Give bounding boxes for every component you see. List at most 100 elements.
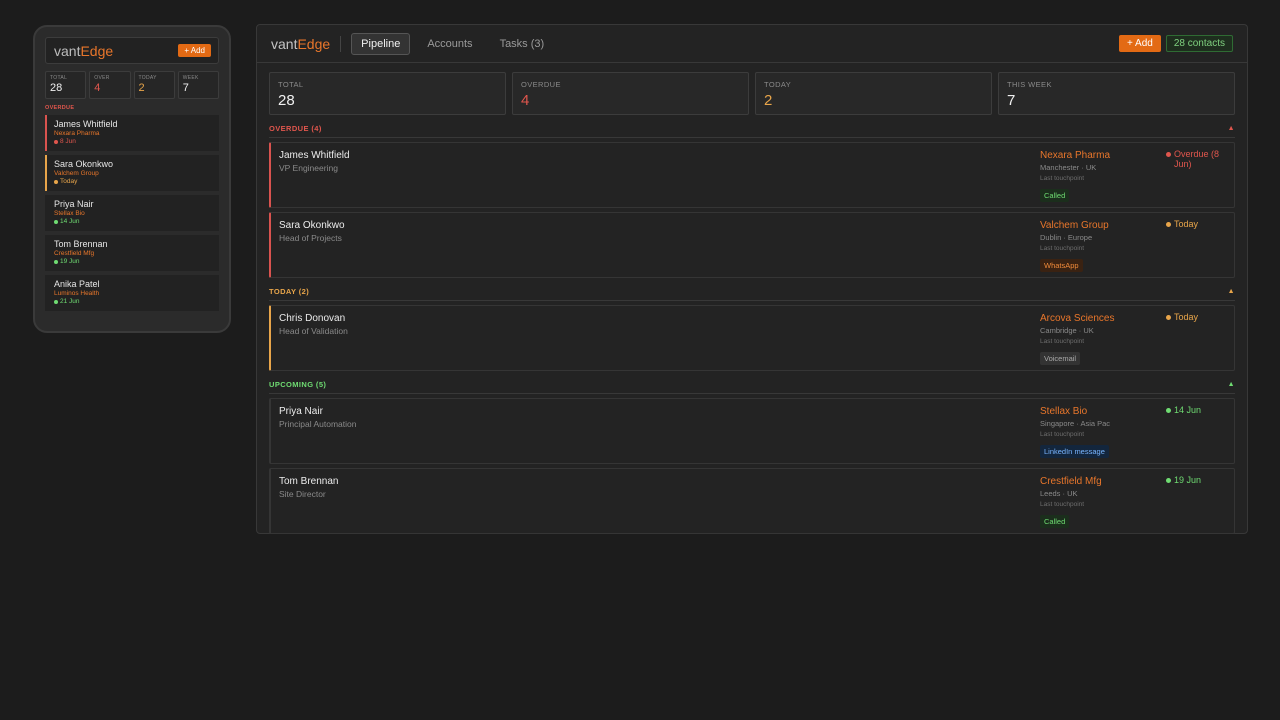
company-name[interactable]: Crestfield Mfg bbox=[1040, 476, 1160, 487]
touchpoint-label: Last touchpoint bbox=[1040, 245, 1085, 252]
mobile-stat-week: WEEK 7 bbox=[177, 71, 219, 99]
touchpoint-tag: LinkedIn message bbox=[1040, 445, 1109, 458]
section-header-today[interactable]: TODAY (2) ▲ bbox=[269, 278, 1235, 301]
follow-up-status: 19 Jun bbox=[1166, 475, 1236, 486]
contact-name: James Whitfield bbox=[279, 150, 350, 161]
section-title: UPCOMING (5) bbox=[269, 380, 327, 389]
touchpoint-tag: Voicemail bbox=[1040, 352, 1081, 365]
contact-role: Head of Projects bbox=[279, 233, 342, 243]
contact-name: Sara Okonkwo bbox=[54, 159, 114, 169]
status-dot-icon bbox=[54, 179, 58, 184]
status-dot-icon bbox=[54, 139, 58, 144]
contact-name: Tom Brennan bbox=[54, 239, 108, 249]
add-contact-button[interactable]: + Add bbox=[1118, 35, 1161, 52]
top-actions: + Add 28 contacts bbox=[1118, 35, 1233, 52]
company-name[interactable]: Stellax Bio bbox=[1040, 406, 1160, 417]
tab-pipeline[interactable]: Pipeline bbox=[351, 32, 411, 55]
contact-company: Luminos Health bbox=[54, 290, 100, 297]
stat-label: TOTAL bbox=[50, 75, 68, 81]
company-location: Dublin · Europe bbox=[1040, 233, 1093, 242]
touchpoint-label: Last touchpoint bbox=[1040, 175, 1085, 182]
stat-value: 4 bbox=[521, 92, 530, 109]
touchpoint-label: Last touchpoint bbox=[1040, 501, 1085, 508]
status-text: Today bbox=[1174, 312, 1199, 322]
mobile-add-button[interactable]: + Add bbox=[178, 44, 211, 57]
contact-role: VP Engineering bbox=[279, 163, 338, 173]
contact-row[interactable]: James Whitfield VP Engineering Nexara Ph… bbox=[269, 142, 1235, 208]
section-header-upcoming[interactable]: UPCOMING (5) ▲ bbox=[269, 371, 1235, 394]
stats-row: TOTAL 28 OVERDUE 4 TODAY 2 THIS WEEK 7 bbox=[257, 63, 1247, 115]
date-text: Today bbox=[60, 178, 78, 185]
contact-name: Priya Nair bbox=[279, 406, 323, 417]
touchpoint-label: Last touchpoint bbox=[1040, 338, 1085, 345]
contact-date: 14 Jun bbox=[54, 218, 212, 225]
mobile-contact-card[interactable]: James Whitfield Nexara Pharma 8 Jun bbox=[45, 115, 219, 151]
collapse-arrow-icon[interactable]: ▲ bbox=[1228, 381, 1235, 388]
follow-up-status: 14 Jun bbox=[1166, 405, 1236, 416]
contact-person: Priya Nair Principal Automation bbox=[279, 406, 357, 429]
date-text: 21 Jun bbox=[60, 298, 80, 305]
contact-company: Crestfield Mfg bbox=[54, 250, 95, 257]
status-text: 19 Jun bbox=[1174, 475, 1202, 485]
date-text: 19 Jun bbox=[60, 258, 80, 265]
section-title: TODAY (2) bbox=[269, 287, 310, 296]
status-dot-icon bbox=[54, 259, 58, 264]
contact-row[interactable]: Priya Nair Principal Automation Stellax … bbox=[269, 398, 1235, 464]
mobile-stat-today: TODAY 2 bbox=[133, 71, 175, 99]
contact-row[interactable]: Sara Okonkwo Head of Projects Valchem Gr… bbox=[269, 212, 1235, 278]
status-text: 14 Jun bbox=[1174, 405, 1202, 415]
stat-card-total: TOTAL 28 bbox=[269, 72, 506, 115]
mobile-logo: vantEdge bbox=[54, 43, 113, 59]
contact-name: Tom Brennan bbox=[279, 476, 339, 487]
mobile-contact-card[interactable]: Tom Brennan Crestfield Mfg 19 Jun bbox=[45, 235, 219, 271]
stat-card-today: TODAY 2 bbox=[755, 72, 992, 115]
mobile-contact-card[interactable]: Priya Nair Stellax Bio 14 Jun bbox=[45, 195, 219, 231]
touchpoint-tag: Called bbox=[1040, 189, 1070, 202]
stat-value: 4 bbox=[94, 82, 101, 94]
stat-value: 2 bbox=[138, 82, 145, 94]
contact-company: Valchem Group bbox=[54, 170, 99, 177]
tab-accounts[interactable]: Accounts bbox=[417, 33, 482, 55]
contact-role: Head of Validation bbox=[279, 326, 348, 336]
contact-person: Tom Brennan Site Director bbox=[279, 476, 338, 499]
contact-company-block: Stellax Bio Singapore · Asia Pac Last to… bbox=[1040, 406, 1160, 459]
collapse-arrow-icon[interactable]: ▲ bbox=[1228, 288, 1235, 295]
company-name[interactable]: Nexara Pharma bbox=[1040, 150, 1160, 161]
status-dot-icon bbox=[1166, 222, 1171, 227]
company-name[interactable]: Arcova Sciences bbox=[1040, 313, 1160, 324]
contact-date: 19 Jun bbox=[54, 258, 212, 265]
company-name[interactable]: Valchem Group bbox=[1040, 220, 1160, 231]
contact-company-block: Nexara Pharma Manchester · UK Last touch… bbox=[1040, 150, 1160, 203]
stat-label: OVER bbox=[94, 75, 110, 81]
status-dot-icon bbox=[1166, 315, 1171, 320]
contact-role: Site Director bbox=[279, 489, 326, 499]
contact-name: Priya Nair bbox=[54, 199, 94, 209]
touchpoint-tag: Called bbox=[1040, 515, 1070, 528]
logo-part-1: vant bbox=[54, 42, 81, 59]
logo-part-2: Edge bbox=[80, 42, 114, 59]
contact-person: Sara Okonkwo Head of Projects bbox=[279, 220, 345, 243]
tab-tasks[interactable]: Tasks (3) bbox=[490, 33, 555, 55]
contact-date: 8 Jun bbox=[54, 138, 212, 145]
contact-name: Anika Patel bbox=[54, 279, 100, 289]
contacts-count-badge: 28 contacts bbox=[1165, 35, 1233, 52]
section-header-overdue[interactable]: OVERDUE (4) ▲ bbox=[269, 115, 1235, 138]
stat-value: 7 bbox=[182, 82, 189, 94]
stat-label: TODAY bbox=[138, 75, 157, 81]
contact-row[interactable]: Tom Brennan Site Director Crestfield Mfg… bbox=[269, 468, 1235, 534]
stat-label: THIS WEEK bbox=[1007, 80, 1052, 89]
stat-value: 28 bbox=[278, 92, 295, 109]
mobile-section-overdue: OVERDUE bbox=[45, 105, 75, 111]
contact-role: Principal Automation bbox=[279, 419, 357, 429]
collapse-arrow-icon[interactable]: ▲ bbox=[1228, 125, 1235, 132]
contact-company-block: Arcova Sciences Cambridge · UK Last touc… bbox=[1040, 313, 1160, 366]
mobile-contact-card[interactable]: Sara Okonkwo Valchem Group Today bbox=[45, 155, 219, 191]
date-text: 14 Jun bbox=[60, 218, 80, 225]
stat-label: TOTAL bbox=[278, 80, 304, 89]
section-title: OVERDUE (4) bbox=[269, 124, 322, 133]
contact-row[interactable]: Chris Donovan Head of Validation Arcova … bbox=[269, 305, 1235, 371]
contact-company: Nexara Pharma bbox=[54, 130, 100, 137]
contact-name: Sara Okonkwo bbox=[279, 220, 345, 231]
mobile-contact-card[interactable]: Anika Patel Luminos Health 21 Jun bbox=[45, 275, 219, 311]
mobile-preview: vantEdge + Add TOTAL 28 OVER 4 TODAY 2 WEEK… bbox=[33, 25, 231, 333]
